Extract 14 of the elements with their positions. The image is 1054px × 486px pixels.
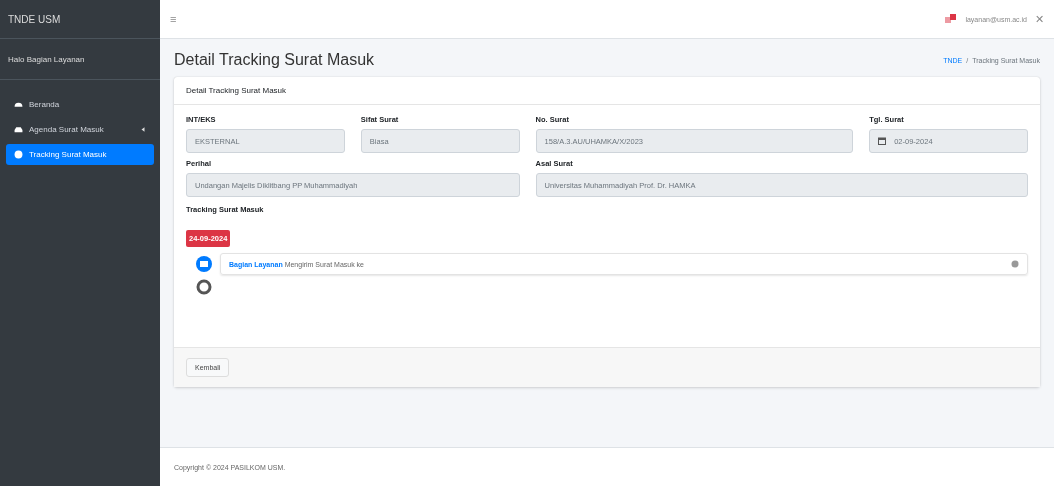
card-title: Detail Tracking Surat Masuk [186, 86, 287, 95]
brand-title[interactable]: TNDE USM [8, 13, 61, 25]
user-greeting: Halo Bagian Layanan [8, 54, 85, 64]
sidebar-item[interactable]: Beranda [6, 94, 154, 115]
calendar-icon [878, 137, 887, 145]
circle-icon [14, 150, 23, 159]
close-icon[interactable]: ✕ [1035, 12, 1044, 26]
sidebar-item[interactable]: Tracking Surat Masuk [6, 144, 154, 165]
gauge-icon [14, 100, 23, 109]
page-title: Detail Tracking Surat Masuk [174, 51, 375, 69]
menu-icon[interactable]: ≡ [170, 13, 177, 25]
inbox-icon [14, 125, 23, 134]
sidebar-item[interactable]: Agenda Surat Masuk [6, 119, 154, 140]
envelope-icon [196, 256, 212, 272]
